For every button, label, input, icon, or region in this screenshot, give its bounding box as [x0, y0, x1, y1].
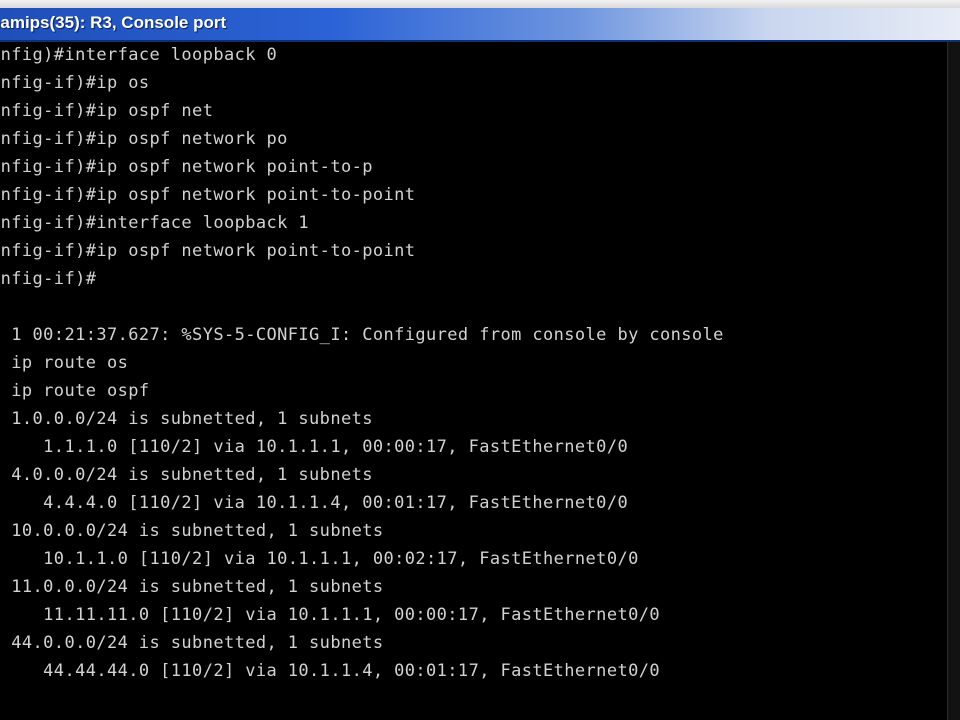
terminal-line: 1 00:21:37.627: %SYS-5-CONFIG_I: Configu…	[0, 325, 724, 345]
terminal-line: onfig-if)#	[0, 269, 97, 289]
desktop-edge	[0, 0, 960, 8]
terminal-line: onfig-if)#ip ospf network point-to-point	[0, 241, 416, 261]
terminal-line: 10.1.1.0 [110/2] via 10.1.1.1, 00:02:17,…	[0, 549, 639, 569]
terminal-line: 1.0.0.0/24 is subnetted, 1 subnets	[0, 409, 373, 429]
window-title: namips(35): R3, Console port	[0, 13, 227, 32]
terminal-output[interactable]: onfig)#interface loopback 0 onfig-if)#ip…	[0, 42, 948, 720]
terminal-line: 44.0.0.0/24 is subnetted, 1 subnets	[0, 633, 384, 653]
terminal-line: onfig-if)#interface loopback 1	[0, 213, 310, 233]
terminal-line: onfig)#interface loopback 0	[0, 45, 278, 65]
terminal-line: r ip route os	[0, 353, 129, 373]
terminal-line: onfig-if)#ip ospf network point-to-p	[0, 157, 373, 177]
title-bar[interactable]: namips(35): R3, Console port	[0, 8, 960, 42]
terminal-line: onfig-if)#ip os	[0, 73, 150, 93]
console-window: namips(35): R3, Console port onfig)#inte…	[0, 0, 960, 720]
terminal-line: 10.0.0.0/24 is subnetted, 1 subnets	[0, 521, 384, 541]
terminal-line: onfig-if)#ip ospf net	[0, 101, 214, 121]
terminal-line: 4.0.0.0/24 is subnetted, 1 subnets	[0, 465, 373, 485]
scrollbar[interactable]	[947, 42, 960, 720]
terminal-line: onfig-if)#ip ospf network po	[0, 129, 288, 149]
terminal-line: 44.44.44.0 [110/2] via 10.1.1.4, 00:01:1…	[0, 661, 660, 681]
terminal-line: onfig-if)#ip ospf network point-to-point	[0, 185, 416, 205]
terminal-line: 11.11.11.0 [110/2] via 10.1.1.1, 00:00:1…	[0, 605, 660, 625]
terminal-line: 1.1.1.0 [110/2] via 10.1.1.1, 00:00:17, …	[0, 437, 629, 457]
terminal-line: h ip route ospf	[0, 381, 150, 401]
terminal-line: 4.4.4.0 [110/2] via 10.1.1.4, 00:01:17, …	[0, 493, 629, 513]
terminal-line: 11.0.0.0/24 is subnetted, 1 subnets	[0, 577, 384, 597]
